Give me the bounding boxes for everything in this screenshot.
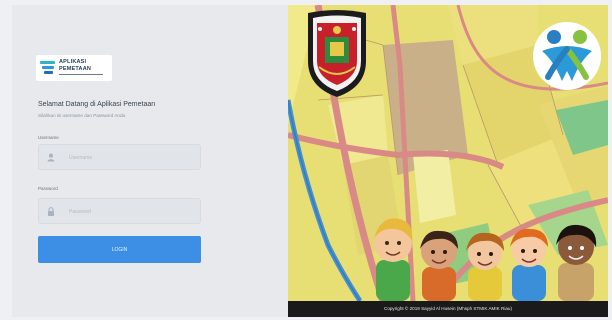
children-illustration xyxy=(374,218,597,301)
logo-text-line2: PEMETAAN xyxy=(59,66,92,72)
login-button[interactable]: LOGIN xyxy=(38,236,201,263)
logo-text-line1: APLIKASI xyxy=(59,59,87,65)
map-background: Copyright © 2019 Sayyid Al Husein (Mhsph… xyxy=(288,5,608,317)
welcome-subtitle: Silahkan isi username dan Password Anda xyxy=(38,113,126,118)
password-field[interactable] xyxy=(38,198,201,225)
username-label: Username xyxy=(38,135,59,140)
username-input[interactable] xyxy=(67,145,196,171)
username-field[interactable] xyxy=(38,144,201,171)
logo-underline xyxy=(59,74,103,75)
user-icon xyxy=(47,153,55,162)
password-label: Password xyxy=(38,186,58,191)
app-logo: APLIKASI PEMETAAN xyxy=(36,55,112,81)
app-logo-icon xyxy=(40,61,55,74)
footer-bar: Copyright © 2019 Sayyid Al Husein (Mhsph… xyxy=(288,301,608,317)
password-input[interactable] xyxy=(67,199,196,225)
copyright-text: Copyright © 2019 Sayyid Al Husein (Mhsph… xyxy=(384,306,512,311)
login-panel: APLIKASI PEMETAAN Selamat Datang di Apli… xyxy=(12,5,288,317)
welcome-title: Selamat Datang di Aplikasi Pemetaan xyxy=(38,101,156,108)
crest-emblem xyxy=(308,10,366,97)
login-page: APLIKASI PEMETAAN Selamat Datang di Apli… xyxy=(12,5,608,317)
kota-layak-anak-logo xyxy=(533,22,601,90)
lock-icon xyxy=(48,207,54,216)
